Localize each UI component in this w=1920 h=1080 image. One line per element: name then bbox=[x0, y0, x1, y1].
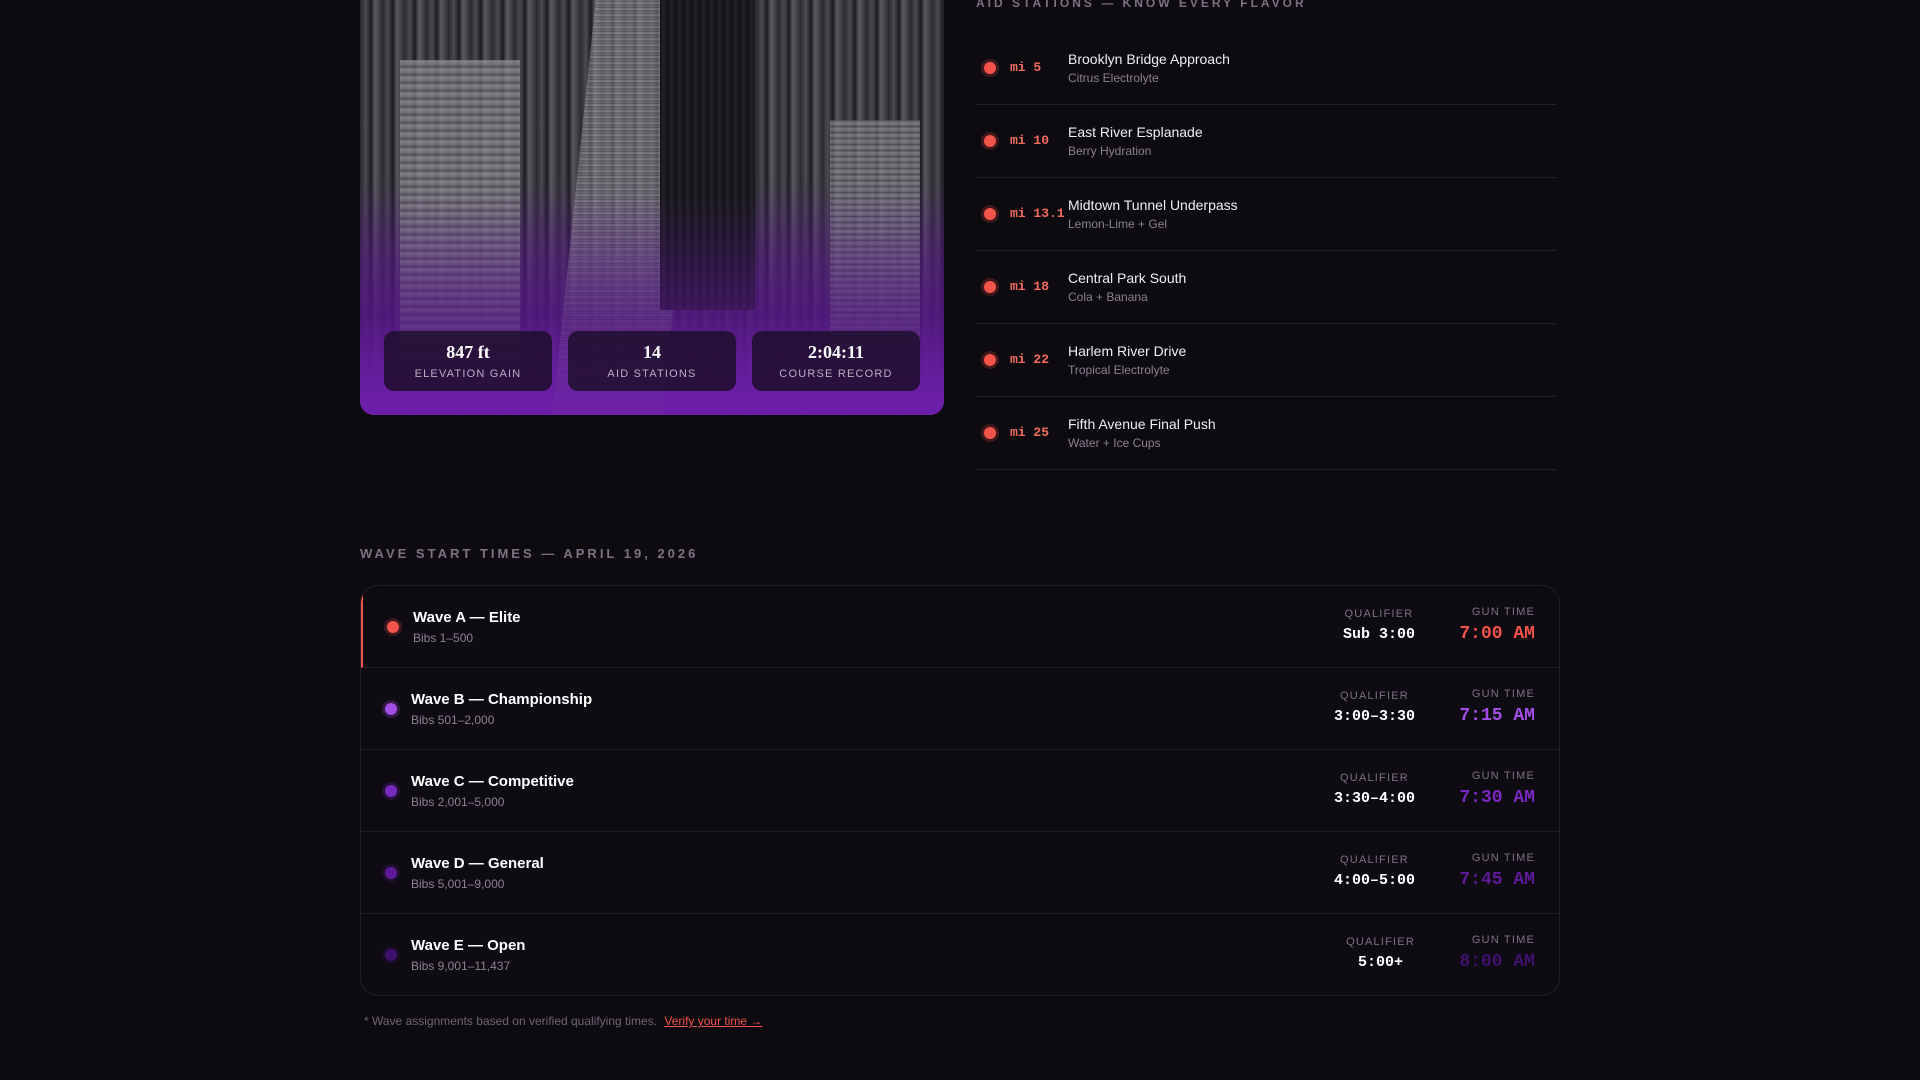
stat-value: 14 bbox=[643, 342, 661, 362]
aid-flavor: Lemon-Lime + Gel bbox=[1068, 217, 1168, 231]
aid-marker-dot bbox=[984, 208, 996, 220]
wave-gun-time: GUN TIME 7:30 AM bbox=[1459, 770, 1535, 808]
aid-station-item: mi 18 Central Park South Cola + Banana bbox=[976, 251, 1556, 324]
aid-flavor: Water + Ice Cups bbox=[1068, 436, 1161, 450]
wave-gun-time: GUN TIME 7:15 AM bbox=[1459, 688, 1535, 726]
wave-bibs: Bibs 9,001–11,437 bbox=[411, 959, 511, 973]
wave-qualifier: QUALIFIER 5:00+ bbox=[1346, 936, 1415, 971]
aid-stations-list: mi 5 Brooklyn Bridge Approach Citrus Ele… bbox=[976, 32, 1556, 470]
aid-name: Fifth Avenue Final Push bbox=[1068, 416, 1216, 432]
aid-marker-dot bbox=[984, 135, 996, 147]
wave-qualifier: QUALIFIER 3:00–3:30 bbox=[1334, 690, 1415, 725]
wave-gun-time: GUN TIME 7:45 AM bbox=[1459, 852, 1535, 890]
aid-marker-dot bbox=[984, 62, 996, 74]
stat-elevation-gain: 847 ft ELEVATION GAIN bbox=[384, 331, 552, 391]
aid-mile: mi 5 bbox=[1010, 60, 1042, 75]
wave-row-b[interactable]: Wave B — Championship Bibs 501–2,000 QUA… bbox=[361, 668, 1559, 750]
stat-value: 847 ft bbox=[446, 342, 490, 362]
wave-row-e[interactable]: Wave E — Open Bibs 9,001–11,437 QUALIFIE… bbox=[361, 914, 1559, 995]
footnote-text: * Wave assignments based on verified qua… bbox=[364, 1014, 658, 1028]
aid-station-item: mi 10 East River Esplanade Berry Hydrati… bbox=[976, 105, 1556, 178]
gun-time-label: GUN TIME bbox=[1471, 770, 1535, 782]
gun-time-label: GUN TIME bbox=[1471, 852, 1535, 864]
gun-time-label: GUN TIME bbox=[1471, 688, 1535, 700]
wave-qualifier: QUALIFIER 3:30–4:00 bbox=[1334, 772, 1415, 807]
wave-name: Wave E — Open bbox=[411, 937, 526, 954]
stat-label: COURSE RECORD bbox=[779, 368, 893, 380]
stat-value: 2:04:11 bbox=[808, 342, 864, 362]
wave-bibs: Bibs 5,001–9,000 bbox=[411, 876, 505, 891]
stat-aid-stations: 14 AID STATIONS bbox=[568, 331, 736, 391]
qualifier-value: 4:00–5:00 bbox=[1333, 872, 1415, 889]
gun-time-value: 8:00 AM bbox=[1459, 952, 1535, 972]
aid-station-item: mi 25 Fifth Avenue Final Push Water + Ic… bbox=[976, 397, 1556, 470]
wave-color-dot bbox=[385, 866, 397, 879]
aid-name: Midtown Tunnel Underpass bbox=[1068, 197, 1238, 213]
aid-station-item: mi 5 Brooklyn Bridge Approach Citrus Ele… bbox=[976, 32, 1556, 105]
aid-mile: mi 13.1 bbox=[1010, 206, 1065, 221]
wave-qualifier: QUALIFIER 4:00–5:00 bbox=[1334, 854, 1415, 889]
aid-station-item: mi 13.1 Midtown Tunnel Underpass Lemon-L… bbox=[976, 178, 1556, 251]
gun-time-value: 7:45 AM bbox=[1459, 870, 1535, 890]
wave-name: Wave C — Competitive bbox=[411, 772, 574, 790]
aid-flavor: Cola + Banana bbox=[1068, 290, 1148, 304]
aid-station-item: mi 22 Harlem River Drive Tropical Electr… bbox=[976, 324, 1556, 397]
aid-name: Central Park South bbox=[1068, 270, 1187, 286]
stat-label: AID STATIONS bbox=[607, 368, 697, 380]
aid-name: East River Esplanade bbox=[1068, 124, 1203, 140]
aid-name: Brooklyn Bridge Approach bbox=[1068, 51, 1230, 67]
qualifier-label: QUALIFIER bbox=[1340, 772, 1409, 784]
qualifier-value: Sub 3:00 bbox=[1342, 626, 1415, 643]
gun-time-value: 7:00 AM bbox=[1459, 624, 1535, 644]
aid-mile: mi 22 bbox=[1010, 352, 1050, 367]
wave-name: Wave A — Elite bbox=[413, 608, 521, 626]
qualifier-label: QUALIFIER bbox=[1346, 936, 1415, 948]
qualifier-label: QUALIFIER bbox=[1344, 608, 1414, 620]
qualifier-value: 5:00+ bbox=[1358, 954, 1404, 971]
stat-label: ELEVATION GAIN bbox=[414, 368, 522, 380]
aid-flavor: Tropical Electrolyte bbox=[1068, 363, 1170, 377]
wave-bibs: Bibs 1–500 bbox=[413, 630, 474, 645]
wave-color-dot bbox=[385, 949, 397, 961]
aid-flavor: Berry Hydration bbox=[1068, 144, 1152, 158]
wave-start-table: Wave A — Elite Bibs 1–500 QUALIFIER Sub … bbox=[360, 585, 1560, 996]
gun-time-value: 7:30 AM bbox=[1459, 788, 1535, 808]
wave-color-dot bbox=[385, 784, 397, 797]
aid-flavor: Citrus Electrolyte bbox=[1068, 71, 1159, 85]
wave-name: Wave D — General bbox=[411, 854, 544, 872]
aid-mile: mi 18 bbox=[1010, 279, 1050, 294]
qualifier-value: 3:00–3:30 bbox=[1333, 708, 1415, 725]
wave-color-dot bbox=[387, 620, 399, 633]
gun-time-label: GUN TIME bbox=[1471, 606, 1535, 618]
aid-mile: mi 25 bbox=[1010, 425, 1050, 440]
wave-bibs: Bibs 501–2,000 bbox=[411, 712, 495, 727]
wave-qualifier: QUALIFIER Sub 3:00 bbox=[1343, 608, 1415, 643]
course-hero-image: 847 ft ELEVATION GAIN 14 AID STATIONS 2:… bbox=[360, 0, 944, 415]
gun-time-label: GUN TIME bbox=[1471, 934, 1535, 946]
aid-name: Harlem River Drive bbox=[1068, 343, 1187, 359]
gun-time-value: 7:15 AM bbox=[1459, 706, 1535, 726]
wave-row-c[interactable]: Wave C — Competitive Bibs 2,001–5,000 QU… bbox=[361, 750, 1559, 832]
page: 847 ft ELEVATION GAIN 14 AID STATIONS 2:… bbox=[0, 0, 1920, 1080]
wave-row-a[interactable]: Wave A — Elite Bibs 1–500 QUALIFIER Sub … bbox=[361, 586, 1559, 668]
wave-color-dot bbox=[385, 702, 397, 715]
course-stats: 847 ft ELEVATION GAIN 14 AID STATIONS 2:… bbox=[384, 331, 920, 391]
wave-bibs: Bibs 2,001–5,000 bbox=[411, 794, 505, 809]
verify-time-link[interactable]: Verify your time → bbox=[664, 1014, 762, 1028]
aid-marker-dot bbox=[984, 427, 996, 439]
wave-footnote: * Wave assignments based on verified qua… bbox=[364, 1014, 762, 1028]
aid-marker-dot bbox=[984, 354, 996, 366]
qualifier-value: 3:30–4:00 bbox=[1333, 790, 1415, 807]
wave-name: Wave B — Championship bbox=[411, 690, 593, 708]
aid-marker-dot bbox=[984, 281, 996, 293]
wave-row-d[interactable]: Wave D — General Bibs 5,001–9,000 QUALIF… bbox=[361, 832, 1559, 914]
aid-mile: mi 10 bbox=[1010, 133, 1050, 148]
wave-gun-time: GUN TIME 8:00 AM bbox=[1459, 934, 1535, 972]
stat-course-record: 2:04:11 COURSE RECORD bbox=[752, 331, 920, 391]
wave-start-times-heading: WAVE START TIMES — APRIL 19, 2026 bbox=[360, 546, 699, 561]
qualifier-label: QUALIFIER bbox=[1340, 690, 1409, 702]
aid-stations-heading: AID STATIONS — KNOW EVERY FLAVOR bbox=[976, 0, 1307, 10]
qualifier-label: QUALIFIER bbox=[1340, 854, 1409, 866]
wave-gun-time: GUN TIME 7:00 AM bbox=[1459, 606, 1535, 644]
